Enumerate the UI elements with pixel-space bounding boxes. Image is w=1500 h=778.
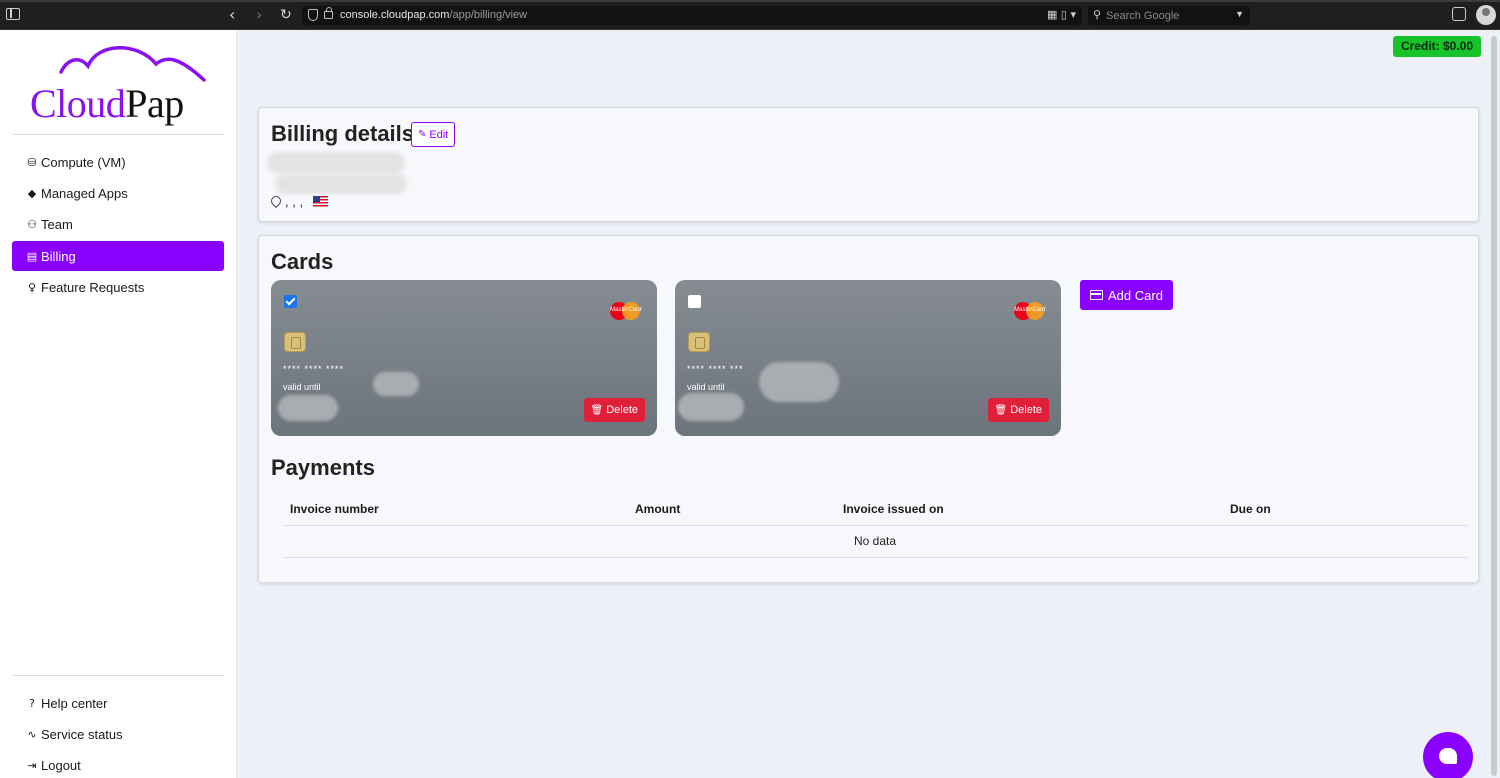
- sidebar-item-label: Feature Requests: [41, 279, 145, 295]
- sidebar-item-label: Team: [41, 216, 73, 232]
- layers-icon: ◆: [27, 186, 37, 200]
- extensions-icon[interactable]: [1452, 7, 1466, 21]
- trash-icon: 🗑: [994, 404, 1008, 416]
- shield-icon: [308, 9, 318, 21]
- cards-title: Cards: [271, 249, 334, 274]
- logo-text: CloudPap: [30, 81, 184, 126]
- sidebar-divider: [12, 134, 224, 135]
- tab-strip: [0, 0, 1500, 2]
- reload-icon[interactable]: ↻: [280, 5, 292, 25]
- delete-card-button[interactable]: 🗑 Delete: [583, 398, 645, 422]
- credit-card-icon: [1090, 290, 1103, 300]
- database-icon: ⛁: [27, 155, 37, 169]
- card-chip-icon: [284, 332, 306, 352]
- add-card-label: Add Card: [1108, 287, 1163, 303]
- delete-label: Delete: [1010, 404, 1042, 416]
- credit-card[interactable]: MasterCard **** **** *** valid until 🗑 D…: [675, 280, 1061, 436]
- sidebar-item-help-center[interactable]: ? Help center: [12, 688, 224, 718]
- empty-state-text: No data: [283, 525, 1467, 558]
- mastercard-logo-icon: MasterCard: [1014, 302, 1045, 320]
- address-line: , , ,: [271, 194, 329, 209]
- question-icon: ?: [29, 696, 35, 710]
- billing-details-panel: Billing details ✎ Edit , , ,: [258, 107, 1479, 222]
- column-header: Due on: [1230, 493, 1467, 526]
- redacted-card-digits: [373, 372, 419, 396]
- sidebar-item-logout[interactable]: ⇥ Logout: [12, 750, 224, 778]
- sidebar-item-label: Billing: [41, 248, 76, 264]
- profile-icon[interactable]: [1476, 5, 1496, 25]
- credit-badge[interactable]: Credit: $0.00: [1393, 36, 1482, 57]
- redacted-card-digits: [759, 362, 839, 402]
- edit-button-label: Edit: [429, 128, 449, 141]
- sidebar-item-team[interactable]: ⚇ Team: [12, 209, 224, 239]
- sidebar-toggle-icon[interactable]: [6, 8, 20, 20]
- chat-bubble-icon[interactable]: [1423, 732, 1473, 778]
- forward-icon[interactable]: ›: [256, 5, 262, 25]
- address-bar[interactable]: console.cloudpap.com/app/billing/view ▦ …: [302, 6, 1082, 25]
- redacted-card-expiry: [678, 393, 744, 421]
- credit-card[interactable]: MasterCard **** **** **** valid until 🗑 …: [271, 280, 657, 436]
- redacted-card-expiry: [278, 395, 338, 421]
- sidebar-item-label: Logout: [41, 757, 81, 773]
- cards-panel: Cards MasterCard **** **** **** valid un…: [258, 235, 1479, 583]
- logout-icon: ⇥: [27, 758, 37, 772]
- table-header-row: Invoice number Amount Invoice issued on …: [283, 493, 1467, 526]
- card-select-checkbox[interactable]: [284, 295, 297, 308]
- people-icon: ⚇: [27, 217, 37, 231]
- address-text: , , ,: [285, 194, 304, 209]
- mastercard-logo-icon: MasterCard: [610, 302, 641, 320]
- sidebar-item-label: Help center: [41, 695, 108, 711]
- sidebar: CloudPap ⛁ Compute (VM) ◆ Managed Apps ⚇…: [0, 30, 237, 778]
- card-number: **** **** ****: [283, 364, 345, 374]
- location-pin-icon: [271, 196, 281, 208]
- back-icon[interactable]: ‹: [229, 5, 235, 25]
- lightbulb-icon: ♀: [27, 280, 37, 294]
- us-flag-icon: [313, 196, 329, 207]
- cloud-arc-icon: [59, 46, 206, 82]
- lock-icon: [324, 7, 333, 19]
- sidebar-item-label: Service status: [41, 726, 123, 742]
- sidebar-item-label: Compute (VM): [41, 154, 126, 170]
- chevron-down-icon[interactable]: ▼: [1235, 9, 1244, 19]
- scrollbar-thumb[interactable]: [1491, 36, 1497, 776]
- edit-button[interactable]: ✎ Edit: [411, 122, 456, 147]
- cloudpap-logo[interactable]: CloudPap: [22, 42, 212, 134]
- billing-details-title: Billing details: [271, 121, 415, 146]
- table-row: No data: [283, 525, 1467, 558]
- sidebar-item-billing[interactable]: ▤ Billing: [12, 241, 224, 271]
- add-card-button[interactable]: Add Card: [1080, 280, 1173, 310]
- sidebar-item-service-status[interactable]: ∿ Service status: [12, 719, 224, 749]
- activity-icon: ∿: [27, 727, 37, 741]
- payments-title: Payments: [271, 455, 375, 480]
- delete-card-button[interactable]: 🗑 Delete: [987, 398, 1049, 422]
- page-scrollbar[interactable]: [1488, 30, 1500, 778]
- search-icon: ⚲: [1093, 8, 1102, 21]
- card-chip-icon: [688, 332, 710, 352]
- card-valid-label: valid until: [283, 382, 321, 392]
- delete-label: Delete: [606, 404, 638, 416]
- column-header: Amount: [635, 493, 843, 526]
- trash-icon: 🗑: [590, 404, 604, 416]
- sidebar-item-label: Managed Apps: [41, 185, 128, 201]
- card-select-checkbox[interactable]: [688, 295, 701, 308]
- payments-table: Invoice number Amount Invoice issued on …: [283, 493, 1467, 558]
- sidebar-item-compute[interactable]: ⛁ Compute (VM): [12, 147, 224, 177]
- sidebar-item-feature-requests[interactable]: ♀ Feature Requests: [12, 272, 224, 302]
- card-valid-label: valid until: [687, 382, 725, 392]
- browser-search[interactable]: ⚲ ▼: [1088, 6, 1250, 25]
- edit-icon: ✎: [418, 129, 427, 140]
- url-text: console.cloudpap.com/app/billing/view: [340, 9, 528, 21]
- column-header: Invoice number: [283, 493, 635, 526]
- card-number: **** **** ***: [687, 364, 744, 374]
- qr-bookmark-icons[interactable]: ▦ ▯ ▾: [1047, 8, 1076, 21]
- column-header: Invoice issued on: [843, 493, 1230, 526]
- sidebar-item-managed-apps[interactable]: ◆ Managed Apps: [12, 178, 224, 208]
- redacted-company: [275, 174, 407, 194]
- browser-toolbar: ‹ › ↻ console.cloudpap.com/app/billing/v…: [0, 0, 1500, 30]
- receipt-icon: ▤: [26, 249, 38, 263]
- sidebar-divider: [12, 675, 224, 676]
- browser-search-input[interactable]: [1106, 7, 1226, 24]
- redacted-name: [267, 152, 405, 174]
